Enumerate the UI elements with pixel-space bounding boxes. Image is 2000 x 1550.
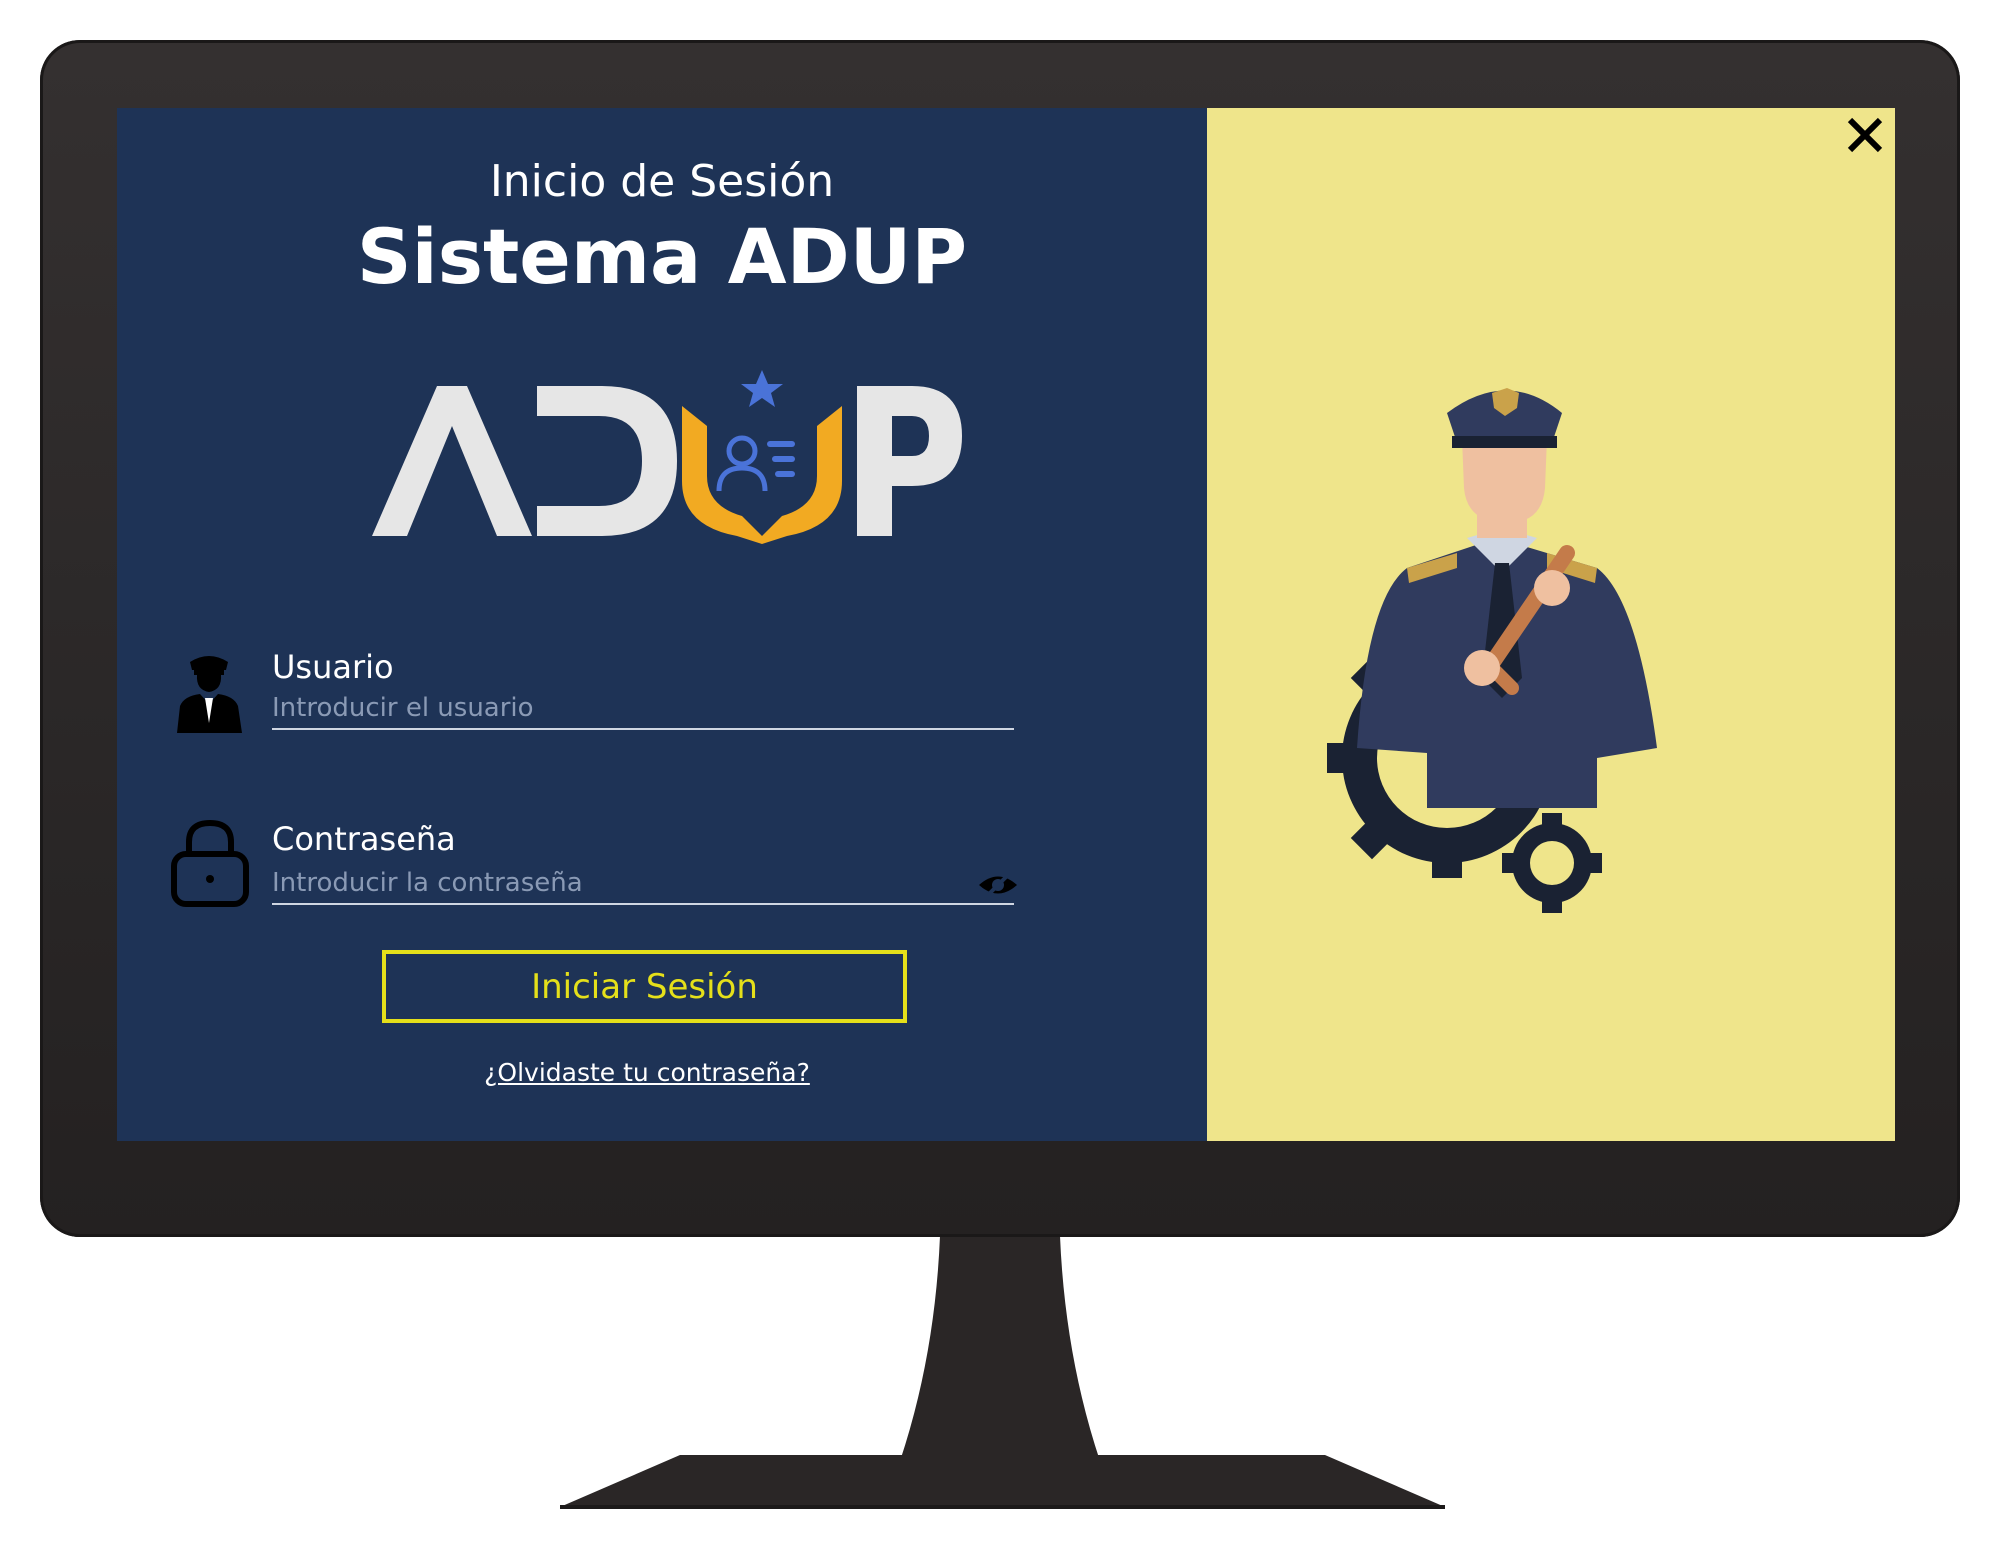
page-title: Sistema ADUP: [356, 212, 968, 301]
login-button[interactable]: Iniciar Sesión: [382, 950, 907, 1023]
forgot-password-link[interactable]: ¿Olvidaste tu contraseña?: [117, 1058, 1177, 1087]
username-input[interactable]: [272, 688, 1014, 730]
close-icon[interactable]: [1840, 110, 1890, 160]
username-label: Usuario: [272, 648, 394, 686]
police-officer-illustration: [1327, 388, 1657, 913]
lock-icon: [171, 819, 249, 907]
illustration-panel: [1207, 108, 1895, 1141]
eye-slash-icon[interactable]: [977, 870, 1019, 900]
login-panel: Inicio de Sesión Sistema ADUP Usuario In…: [117, 108, 1207, 1141]
adup-logo: [372, 370, 962, 544]
password-label: Contraseña: [272, 820, 456, 858]
password-input[interactable]: [272, 863, 1014, 905]
page-subtitle: Inicio de Sesión: [489, 156, 835, 207]
monitor-stand-neck: [900, 1236, 1100, 1461]
app-window: Inicio de Sesión Sistema ADUP Usuario In…: [117, 108, 1895, 1141]
monitor-stand-base: [560, 1455, 1445, 1509]
police-officer-icon: [177, 656, 242, 733]
